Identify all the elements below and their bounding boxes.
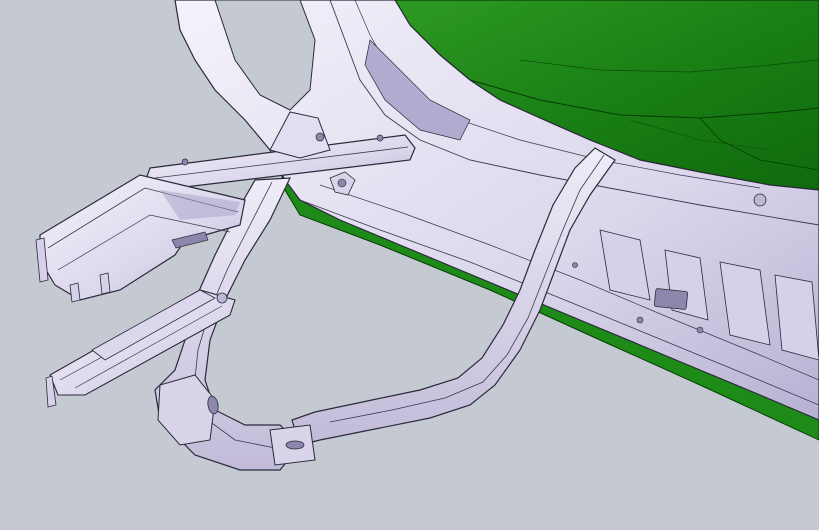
cad-model-render — [0, 0, 819, 530]
cad-viewport[interactable] — [0, 0, 819, 530]
